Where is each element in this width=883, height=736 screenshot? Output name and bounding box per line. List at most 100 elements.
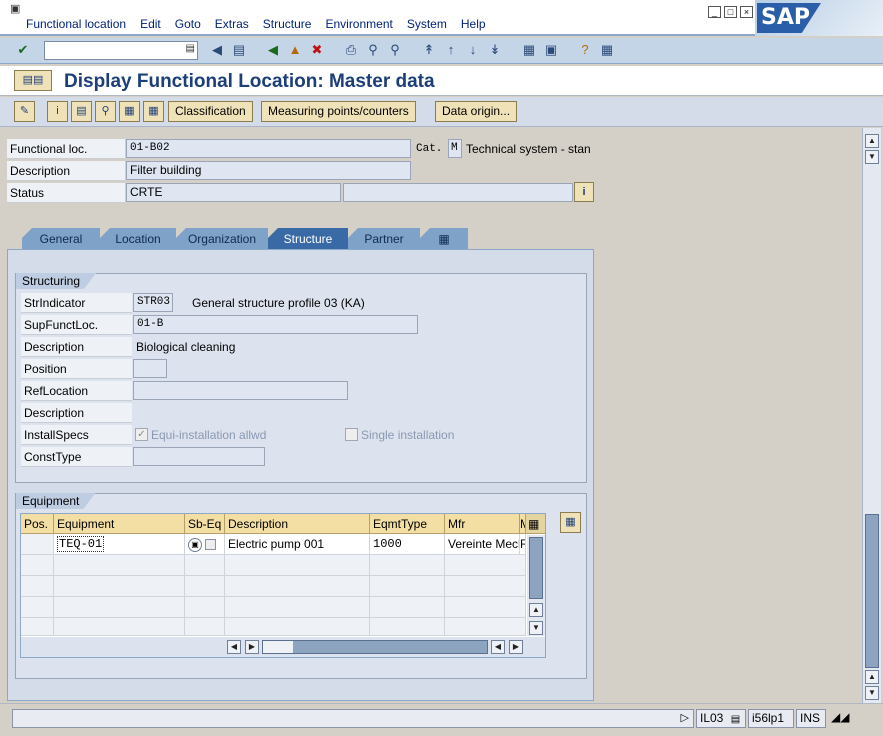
col-header-pos[interactable]: Pos. <box>21 514 54 534</box>
tab-general[interactable]: General <box>22 228 100 250</box>
sub-equipment-icon[interactable]: ▣ <box>188 537 202 552</box>
menu-item-extras[interactable]: Extras <box>215 17 249 31</box>
supfunctloc-field[interactable]: 01-B <box>133 315 418 334</box>
equipment-hierarchy-icon[interactable]: ▦ <box>560 512 581 533</box>
table-row[interactable] <box>54 618 185 636</box>
cancel-icon[interactable]: ✖ <box>308 41 326 59</box>
table-hscroll-track[interactable] <box>262 640 488 654</box>
equi-installation-checkbox[interactable]: ✓ <box>135 428 148 441</box>
table-row[interactable] <box>185 618 225 636</box>
enter-icon[interactable]: ✔ <box>14 41 32 59</box>
tab-structure[interactable]: Structure <box>268 228 348 250</box>
table-row[interactable] <box>185 555 225 576</box>
cell-pos[interactable] <box>21 534 54 555</box>
scroll-bottom-icon[interactable]: ▼ <box>865 686 879 700</box>
help-icon[interactable]: ? <box>576 41 594 59</box>
consttype-field[interactable] <box>133 447 265 466</box>
table-row[interactable] <box>185 576 225 597</box>
menu-item-functional-location[interactable]: Functional location <box>26 17 126 31</box>
text-icon[interactable]: ▤ <box>71 101 92 122</box>
status-info-icon[interactable]: i <box>574 182 594 202</box>
menu-item-help[interactable]: Help <box>461 17 486 31</box>
exit-icon[interactable]: ▲ <box>286 41 304 59</box>
functional-loc-field[interactable]: 01-B02 <box>126 139 411 158</box>
status-field[interactable]: CRTE <box>126 183 341 202</box>
table-settings-icon[interactable]: ▦ <box>526 514 546 534</box>
table-row[interactable] <box>225 576 370 597</box>
resize-grip-icon[interactable]: ◢◢ <box>828 709 874 728</box>
classification-button[interactable]: Classification <box>168 101 253 122</box>
table-row[interactable] <box>54 555 185 576</box>
create-session-icon[interactable]: ▦ <box>520 41 538 59</box>
table-hscroll-thumb[interactable] <box>263 641 293 653</box>
hierarchy-icon[interactable]: ▦ <box>143 101 164 122</box>
table-row[interactable] <box>370 555 445 576</box>
single-installation-checkbox[interactable] <box>345 428 358 441</box>
cell-eqmttype[interactable]: 1000 <box>370 534 445 555</box>
status-expand-icon[interactable]: ▷ <box>681 710 689 727</box>
measuring-points-button[interactable]: Measuring points/counters <box>261 101 416 122</box>
table-row[interactable] <box>54 597 185 618</box>
reflocation-field[interactable] <box>133 381 348 400</box>
cell-sb-eq[interactable]: ▣ <box>185 534 225 555</box>
info-icon[interactable]: i <box>47 101 68 122</box>
find-next-icon[interactable]: ⚲ <box>386 41 404 59</box>
back-icon[interactable]: ◀ <box>264 41 282 59</box>
table-row[interactable] <box>185 597 225 618</box>
display-change-icon[interactable]: ✎ <box>14 101 35 122</box>
table-row[interactable] <box>370 576 445 597</box>
cell-mfr[interactable]: Vereinte Mech <box>445 534 520 555</box>
table-scroll-left2-icon[interactable]: ◀ <box>491 640 505 654</box>
command-field-dropdown-icon[interactable]: ▤ <box>186 43 195 54</box>
category-field[interactable]: M <box>448 139 462 158</box>
table-row[interactable] <box>21 576 54 597</box>
tab-location[interactable]: Location <box>100 228 176 250</box>
command-field[interactable]: ▤ <box>44 41 198 60</box>
customize-layout-icon[interactable]: ▦ <box>598 41 616 59</box>
structure-list-icon[interactable]: ▦ <box>119 101 140 122</box>
menu-item-structure[interactable]: Structure <box>263 17 312 31</box>
table-scroll-right-icon[interactable]: ▶ <box>245 640 259 654</box>
menu-item-system[interactable]: System <box>407 17 447 31</box>
save-icon[interactable]: ▤ <box>230 41 248 59</box>
tab-more[interactable]: ▦ <box>420 228 468 250</box>
table-row[interactable] <box>370 618 445 636</box>
shortcut-icon[interactable]: ▣ <box>542 41 560 59</box>
cell-m[interactable]: F <box>520 534 526 555</box>
table-row[interactable] <box>225 618 370 636</box>
transaction-list-icon[interactable]: ▤ <box>731 714 740 725</box>
data-origin-button[interactable]: Data origin... <box>435 101 518 122</box>
strindicator-field[interactable]: STR03 <box>133 293 173 312</box>
cell-description[interactable]: Electric pump 001 <box>225 534 370 555</box>
description-field[interactable]: Filter building <box>126 161 411 180</box>
table-scroll-left-icon[interactable]: ◀ <box>227 640 241 654</box>
status-extra-field[interactable] <box>343 183 573 202</box>
tab-partner[interactable]: Partner <box>348 228 420 250</box>
menu-item-environment[interactable]: Environment <box>325 17 392 31</box>
maximize-button[interactable]: □ <box>724 6 737 18</box>
print-icon[interactable]: ⎙ <box>342 41 360 59</box>
tab-organization[interactable]: Organization <box>176 228 268 250</box>
last-page-icon[interactable]: ↡ <box>486 41 504 59</box>
menu-item-edit[interactable]: Edit <box>140 17 161 31</box>
table-row[interactable] <box>21 555 54 576</box>
table-row[interactable] <box>225 555 370 576</box>
window-vscroll-thumb[interactable] <box>865 514 879 668</box>
table-row[interactable] <box>54 576 185 597</box>
table-row[interactable] <box>225 597 370 618</box>
table-vscroll[interactable]: ▲ ▼ <box>527 535 545 636</box>
table-row[interactable] <box>445 576 526 597</box>
scroll-down-icon[interactable]: ▲ <box>865 670 879 684</box>
window-vscroll[interactable]: ▲ ▼ ▲ ▼ <box>862 128 881 703</box>
where-used-icon[interactable]: ⚲ <box>95 101 116 122</box>
table-row[interactable] <box>445 618 526 636</box>
table-vscroll-thumb[interactable] <box>529 537 543 599</box>
find-icon[interactable]: ⚲ <box>364 41 382 59</box>
minimize-button[interactable]: _ <box>708 6 721 18</box>
table-scroll-up-icon[interactable]: ▲ <box>529 603 543 617</box>
col-header-sb-eq[interactable]: Sb-Eq <box>185 514 225 534</box>
menu-item-goto[interactable]: Goto <box>175 17 201 31</box>
sub-equipment-checkbox[interactable] <box>205 539 217 551</box>
scroll-top-icon[interactable]: ▲ <box>865 134 879 148</box>
col-header-eqmttype[interactable]: EqmtType <box>370 514 445 534</box>
